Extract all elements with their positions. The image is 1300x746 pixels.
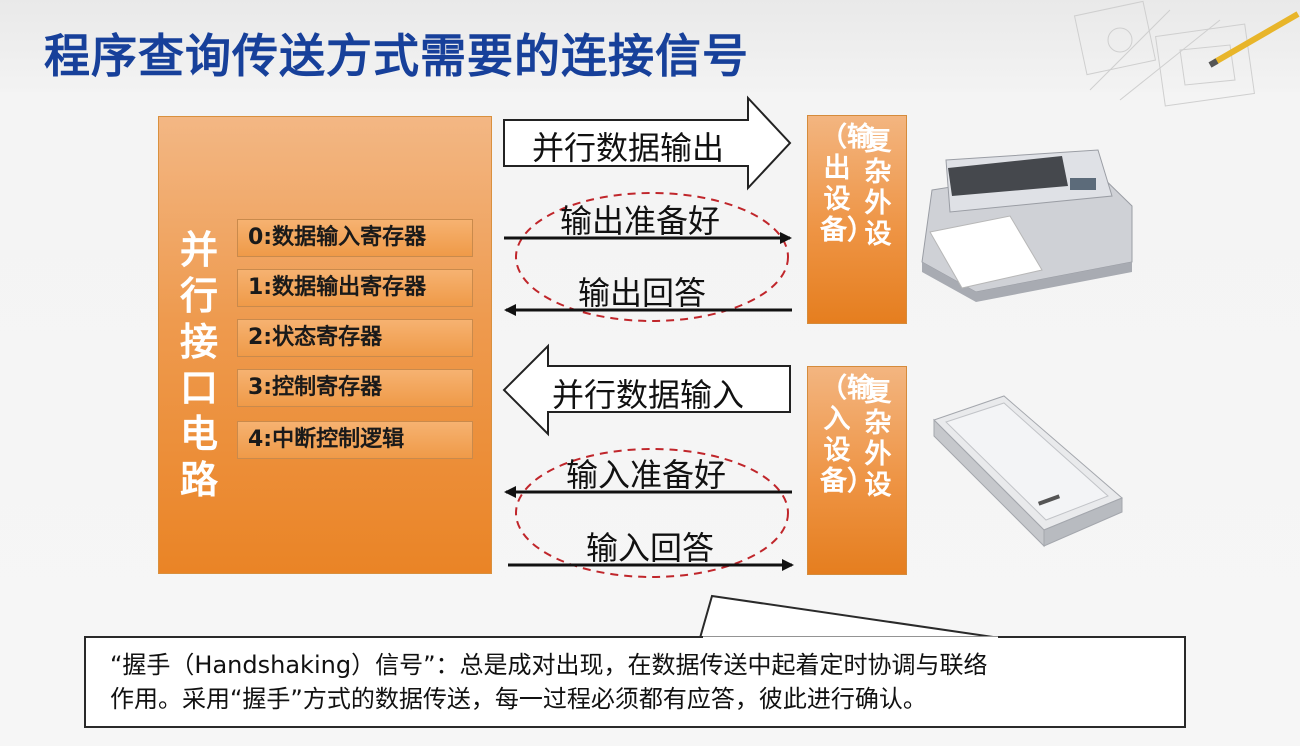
callout-pointer-cover — [703, 636, 998, 640]
